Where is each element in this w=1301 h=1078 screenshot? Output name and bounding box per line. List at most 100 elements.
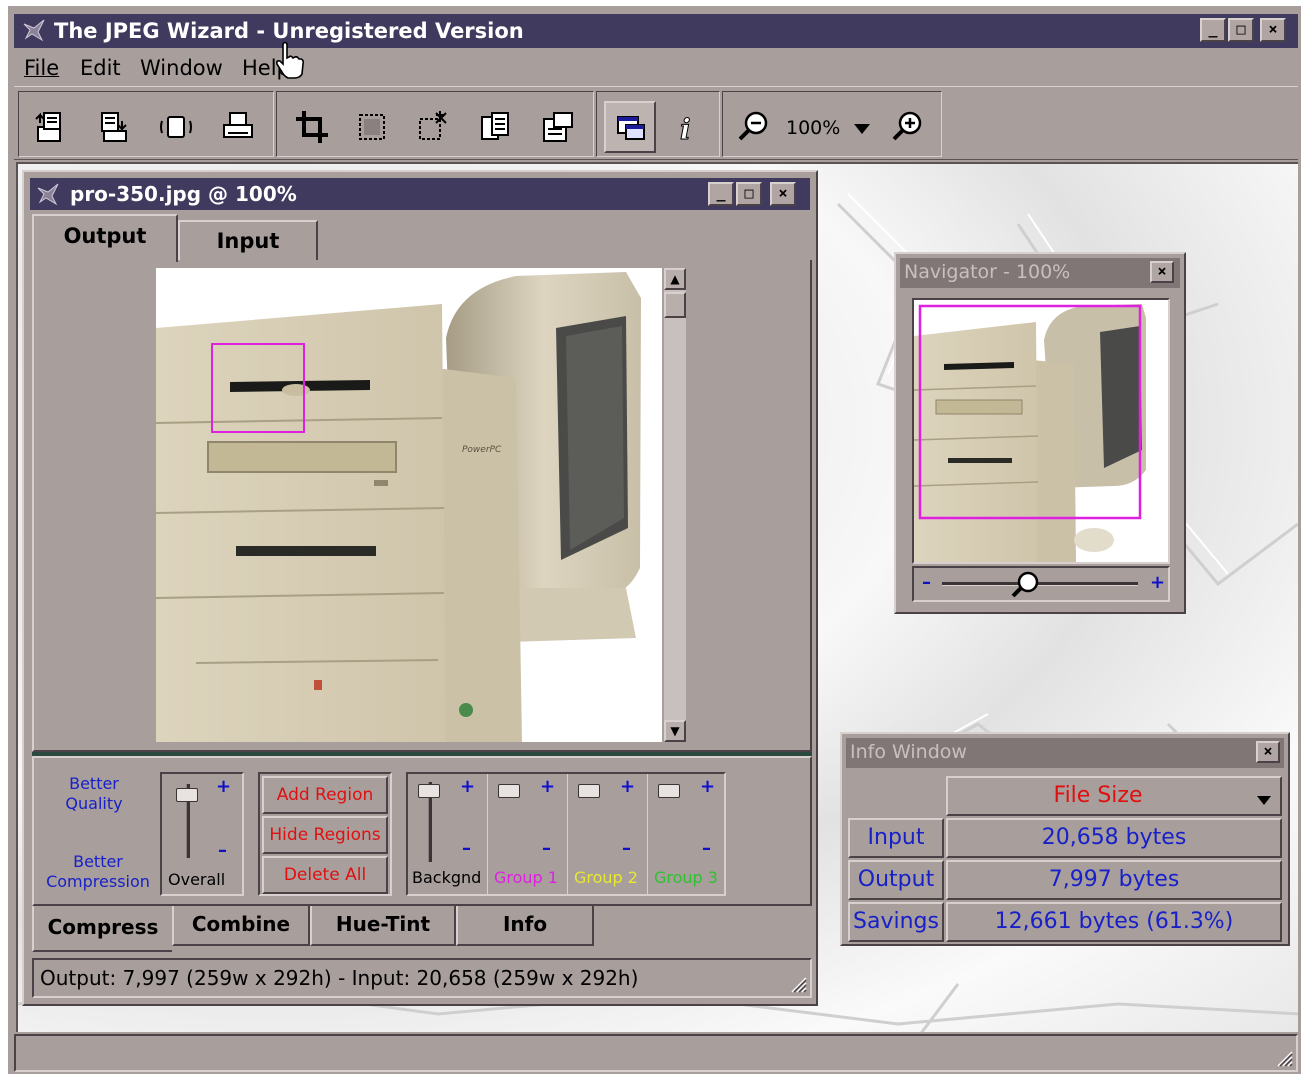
menu-bar: File Edit Window Help (14, 50, 1298, 84)
add-region-button[interactable]: Add Region (262, 776, 388, 814)
menu-edit[interactable]: Edit (80, 56, 121, 80)
overall-label: Overall (168, 870, 226, 889)
close-button[interactable]: × (1260, 18, 1286, 42)
document-window: pro-350.jpg @ 100% _ □ × Output Input Po… (22, 170, 818, 1006)
zoom-in-icon[interactable] (884, 101, 932, 153)
hide-regions-button[interactable]: Hide Regions (262, 816, 388, 854)
scroll-down-button[interactable]: ▼ (664, 720, 686, 742)
overall-slider[interactable]: + – Overall (160, 772, 244, 896)
group2-plus: + (620, 776, 636, 797)
navigator-window: Navigator - 100% × – + (894, 252, 1186, 614)
compress-icon[interactable] (152, 101, 200, 153)
document-maximize-button[interactable]: □ (736, 182, 762, 206)
copy-icon[interactable] (472, 101, 520, 153)
svg-text:i: i (680, 113, 691, 145)
document-status-bar: Output: 7,997 (259w x 292h) - Input: 20,… (32, 958, 812, 998)
maximize-button[interactable]: □ (1228, 18, 1254, 42)
background-slider[interactable]: + – Backgnd (408, 774, 488, 894)
menu-file[interactable]: File (24, 56, 59, 80)
open-icon[interactable] (28, 101, 76, 153)
app-window: The JPEG Wizard - Unregistered Version _… (8, 6, 1301, 1074)
group1-minus: – (542, 838, 551, 859)
group3-slider[interactable]: + – Group 3 (648, 774, 726, 894)
document-logo-icon (36, 182, 62, 206)
navigator-thumbnail[interactable] (913, 300, 1168, 562)
info-row-input-label: Input (848, 818, 944, 858)
app-titlebar[interactable]: The JPEG Wizard - Unregistered Version _… (14, 14, 1298, 48)
tab-input[interactable]: Input (178, 220, 318, 262)
group1-plus: + (540, 776, 556, 797)
hand-cursor-icon (274, 40, 306, 80)
info-metric-dropdown-icon[interactable] (1256, 792, 1272, 805)
info-row-input-value: 20,658 bytes (946, 818, 1282, 858)
info-row-savings-value: 12,661 bytes (61.3%) (946, 902, 1282, 942)
navigator-zoom-slider[interactable]: – + (912, 566, 1170, 602)
background-minus: – (462, 838, 471, 859)
better-quality-label: Better Quality (65, 774, 123, 813)
info-row-savings-label: Savings (848, 902, 944, 942)
document-close-button[interactable]: × (770, 182, 796, 206)
navigator-titlebar[interactable]: Navigator - 100% × (900, 258, 1180, 288)
document-minimize-button[interactable]: _ (708, 182, 734, 206)
group1-slider[interactable]: + – Group 1 (488, 774, 568, 894)
document-titlebar[interactable]: pro-350.jpg @ 100% _ □ × (30, 178, 810, 210)
control-panel: Better Quality Better Compression + – Ov… (32, 756, 812, 906)
print-icon[interactable] (214, 101, 262, 153)
minimize-button[interactable]: _ (1200, 18, 1226, 42)
group2-label: Group 2 (574, 868, 638, 887)
group2-minus: – (622, 838, 631, 859)
overall-thumb[interactable] (176, 788, 198, 802)
menu-window[interactable]: Window (140, 56, 223, 80)
image-scrollbar[interactable]: ▲ ▼ (664, 268, 686, 742)
add-region-icon[interactable] (410, 101, 458, 153)
tab-output[interactable]: Output (32, 214, 178, 262)
crop-icon[interactable] (288, 101, 336, 153)
group3-thumb[interactable] (658, 784, 680, 798)
group1-thumb[interactable] (498, 784, 520, 798)
save-icon[interactable] (90, 101, 138, 153)
scroll-up-button[interactable]: ▲ (664, 268, 686, 290)
delete-all-label: Delete All (283, 865, 367, 885)
delete-all-button[interactable]: Delete All (262, 856, 388, 894)
tab-combine[interactable]: Combine (172, 906, 310, 946)
tab-input-label: Input (216, 229, 280, 253)
tab-info[interactable]: Info (456, 906, 594, 946)
tab-compress[interactable]: Compress (32, 906, 172, 952)
app-resize-grip-icon[interactable] (1274, 1048, 1294, 1068)
zoom-out-icon[interactable] (730, 101, 778, 153)
toolbar: i 100% (14, 86, 1298, 160)
better-compression-label: Better Compression (46, 852, 150, 891)
tab-info-label: Info (502, 912, 548, 936)
info-window: Info Window × File Size Input 20,658 byt… (840, 732, 1290, 946)
overall-minus: – (218, 840, 227, 861)
info-icon[interactable]: i (664, 101, 712, 153)
app-status-bar (14, 1034, 1298, 1072)
window-toggle-icon[interactable] (604, 101, 656, 153)
navigator-close-button[interactable]: × (1150, 261, 1174, 283)
resize-grip-icon[interactable] (788, 974, 808, 994)
background-thumb[interactable] (418, 784, 440, 798)
zoom-dropdown-icon[interactable] (852, 121, 872, 135)
group3-plus: + (700, 776, 716, 797)
group2-thumb[interactable] (578, 784, 600, 798)
group1-label: Group 1 (494, 868, 558, 887)
info-metric-select[interactable]: File Size (946, 776, 1282, 816)
info-metric-value: File Size (1053, 783, 1143, 808)
info-close-button[interactable]: × (1256, 741, 1280, 763)
tab-hue-tint[interactable]: Hue-Tint (310, 906, 456, 946)
background-label: Backgnd (412, 868, 482, 887)
computer-photo: PowerPC (156, 272, 641, 742)
scroll-thumb[interactable] (664, 292, 686, 318)
zoom-value[interactable]: 100% (786, 117, 840, 139)
info-titlebar[interactable]: Info Window × (846, 738, 1284, 768)
navigator-zoom-thumb-icon[interactable] (1010, 570, 1042, 600)
group2-slider[interactable]: + – Group 2 (568, 774, 648, 894)
tab-combine-label: Combine (191, 912, 291, 936)
tab-output-label: Output (63, 224, 147, 248)
image-panel: PowerPC ▲ ▼ (32, 260, 812, 752)
properties-icon[interactable] (534, 101, 582, 153)
image-viewport[interactable]: PowerPC (156, 268, 662, 742)
select-region-icon[interactable] (348, 101, 396, 153)
navigator-zoom-plus: + (1150, 572, 1166, 593)
tab-hue-tint-label: Hue-Tint (335, 912, 431, 936)
